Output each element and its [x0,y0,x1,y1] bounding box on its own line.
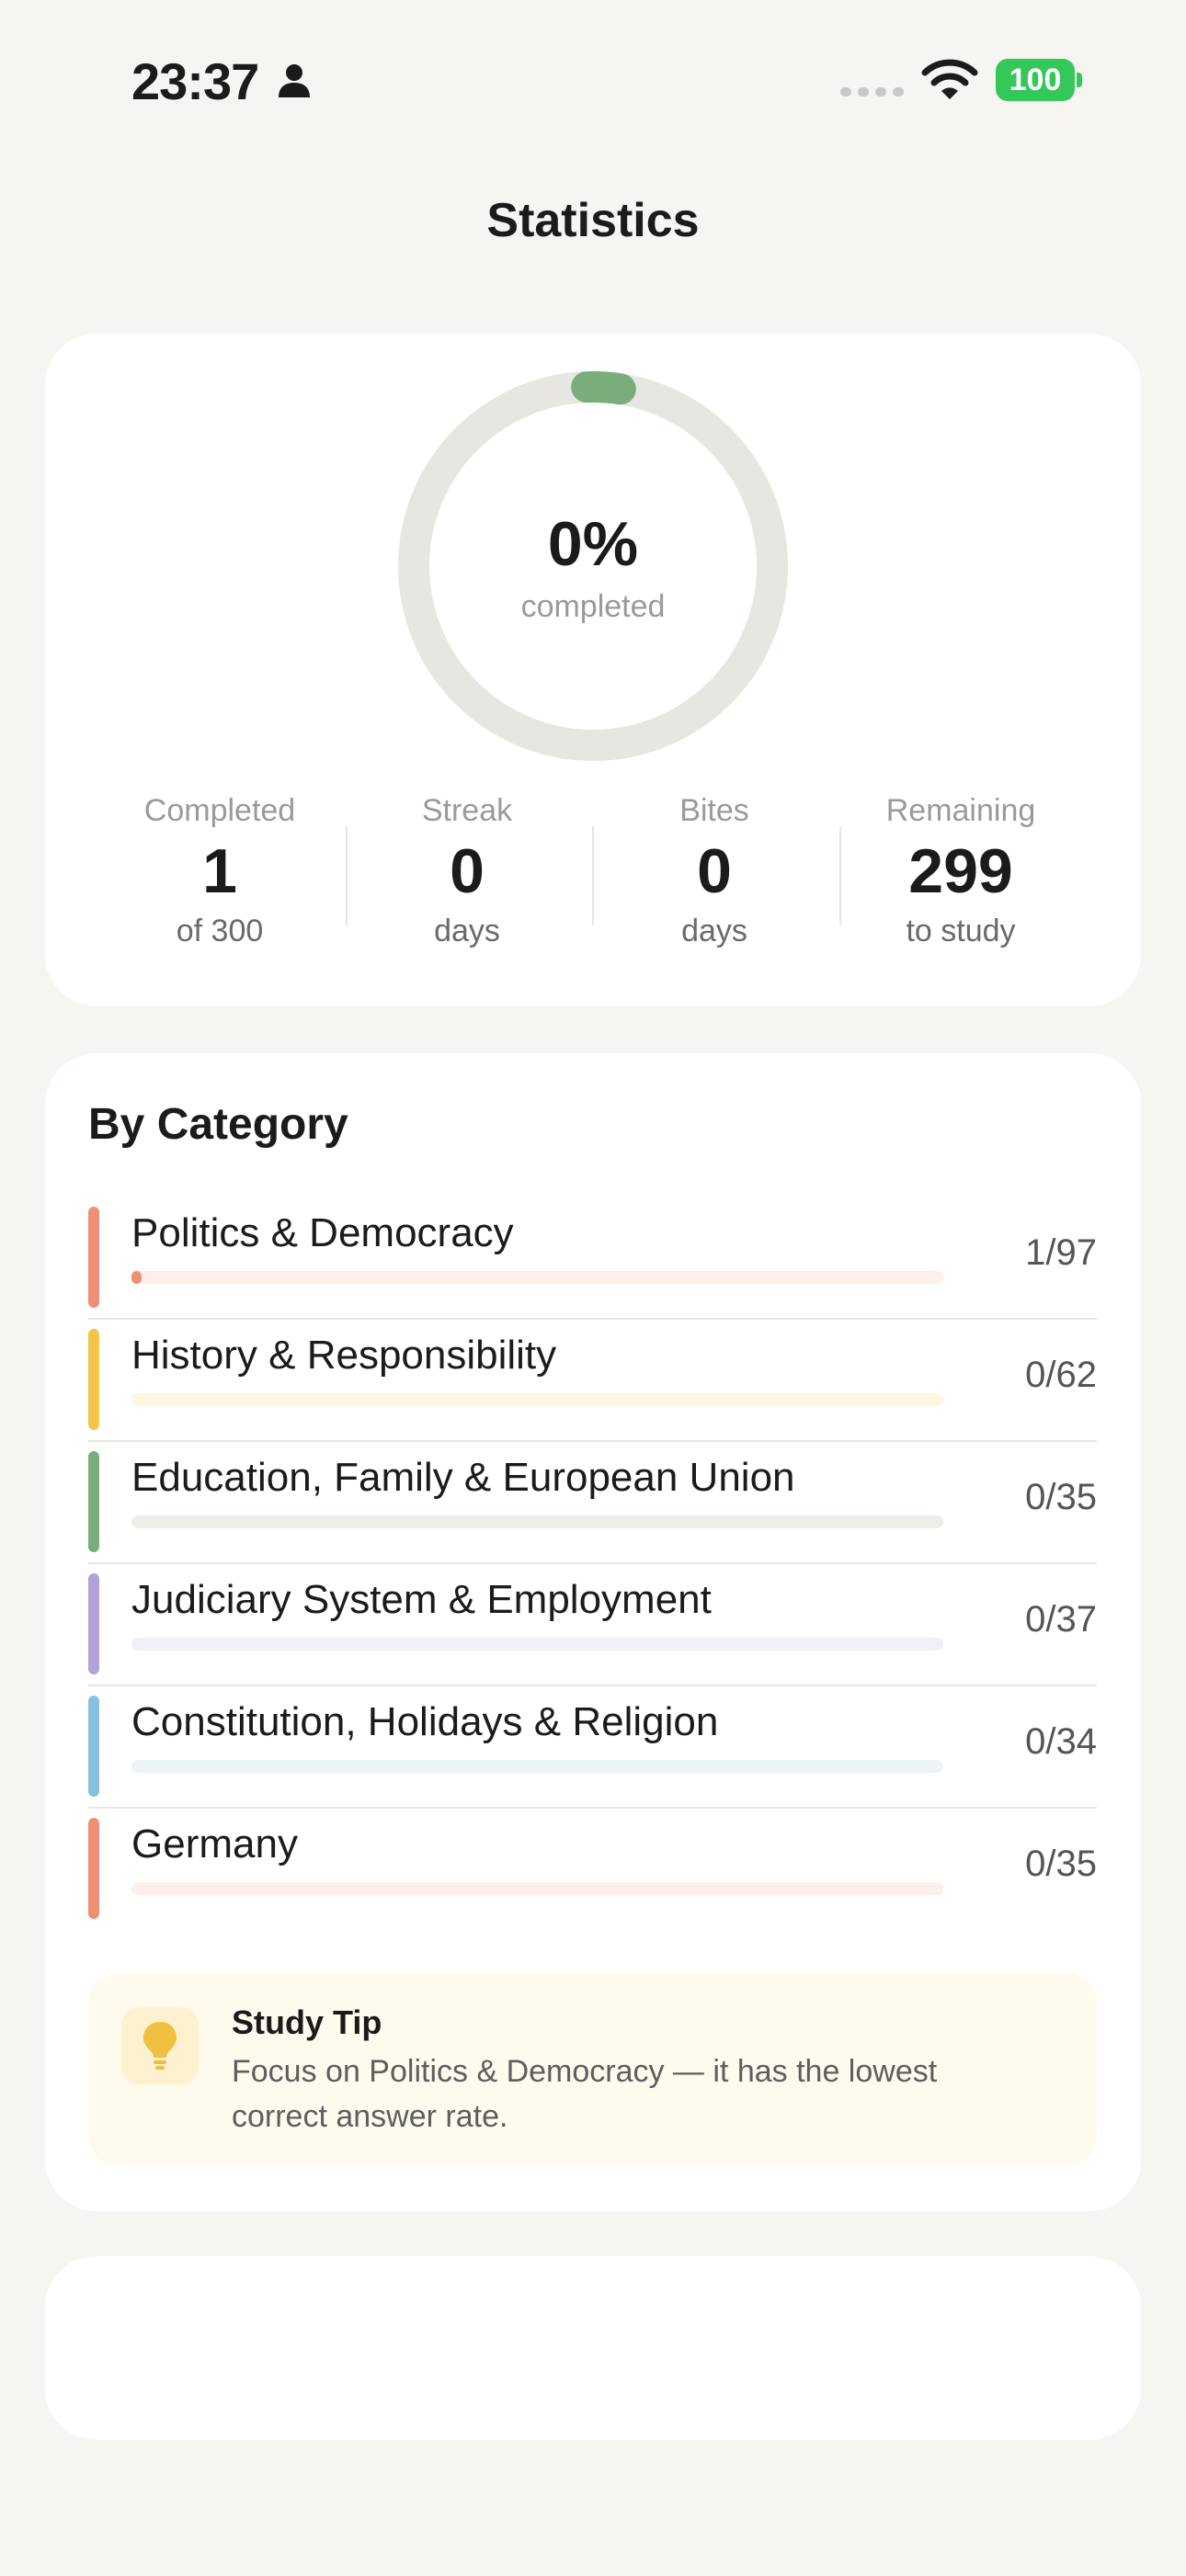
category-progress-fill [131,1271,142,1284]
stat-streak: Streak 0 days [344,788,590,953]
stat-value: 0 [450,836,485,906]
category-color-bar [88,1207,99,1308]
battery-tip [1077,73,1082,87]
status-bar: 23:37 100 [0,0,1186,156]
progress-caption: completed [520,589,666,624]
stat-sub: to study [906,914,1016,948]
category-name: Constitution, Holidays & Religion [131,1699,719,1744]
stat-completed: Completed 1 of 300 [97,788,343,953]
stat-label: Completed [143,793,296,828]
next-card [45,2256,1141,2440]
stat-value: 0 [697,836,732,906]
category-name: Politics & Democracy [131,1210,514,1255]
category-color-bar [88,1696,99,1797]
battery-indicator: 100 [996,59,1082,101]
category-progress-track [131,1515,943,1528]
stat-remaining: Remaining 299 to study [838,788,1084,953]
study-tip: Study Tip Focus on Politics & Democracy … [88,1974,1097,2165]
category-count: 1/97 [1025,1232,1097,1273]
wifi-icon [921,59,978,99]
category-count: 0/37 [1025,1599,1097,1640]
category-progress-track [131,1638,943,1651]
tip-title: Study Tip [232,2003,382,2041]
stat-label: Remaining [885,793,1036,828]
category-count: 0/34 [1025,1721,1097,1762]
category-row-education-family-eu[interactable]: Education, Family & European Union 0/35 [88,1442,1097,1564]
category-count: 0/62 [1025,1355,1097,1395]
category-color-bar [88,1818,99,1919]
category-progress-track [131,1393,943,1406]
category-color-bar [88,1451,99,1552]
progress-percent: 0% [547,509,639,579]
category-count: 0/35 [1025,1477,1097,1517]
tip-text: Focus on Politics & Democracy — it has t… [232,2054,938,2134]
stat-label: Bites [679,793,749,828]
summary-card: 0% completed Completed 1 of 300 Streak 0… [45,334,1141,1006]
category-progress-track [131,1760,943,1773]
category-row-germany[interactable]: Germany 0/35 [88,1809,1097,1931]
category-name: Education, Family & European Union [131,1455,795,1500]
category-progress-track [131,1271,943,1284]
category-color-bar [88,1573,99,1674]
status-time: 23:37 [131,52,259,110]
stat-value: 299 [908,836,1013,906]
category-row-politics-democracy[interactable]: Politics & Democracy 1/97 [88,1197,1097,1320]
stat-bites: Bites 0 days [591,788,838,953]
person-icon [279,64,310,97]
stat-sub: days [434,914,500,948]
category-count: 0/35 [1025,1844,1097,1884]
progress-ring-arc [571,371,636,405]
category-card: By Category Politics & Democracy 1/97 Hi… [45,1053,1141,2211]
battery-level: 100 [996,59,1075,101]
page-title: Statistics [486,194,700,247]
category-progress-track [131,1882,943,1895]
category-row-constitution-holidays-religion[interactable]: Constitution, Holidays & Religion 0/34 [88,1686,1097,1809]
stat-sub: of 300 [176,914,264,948]
section-title: By Category [88,1100,348,1149]
category-name: Germany [131,1821,298,1867]
category-row-history-responsibility[interactable]: History & Responsibility 0/62 [88,1320,1097,1442]
category-color-bar [88,1329,99,1430]
stats-row: Completed 1 of 300 Streak 0 days Bites 0… [45,788,1141,953]
stat-label: Streak [421,793,513,828]
stat-value: 1 [202,836,237,906]
category-row-judiciary-employment[interactable]: Judiciary System & Employment 0/37 [88,1564,1097,1686]
stat-sub: days [681,914,747,948]
tip-icon-container [121,2007,199,2084]
statistics-screen: 23:37 100 Statistics 0% completed Comple… [0,0,1186,2576]
category-name: Judiciary System & Employment [131,1577,712,1622]
cellular-signal-icon [840,87,904,96]
lightbulb-icon [143,2022,177,2070]
category-name: History & Responsibility [131,1333,557,1378]
